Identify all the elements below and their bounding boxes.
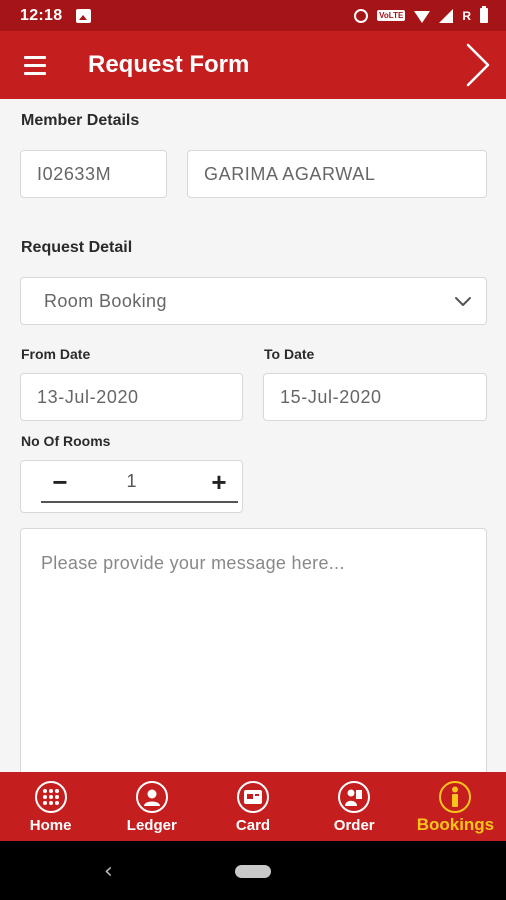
chevron-right-icon[interactable] [462, 41, 492, 89]
message-textarea[interactable]: Please provide your message here... [20, 528, 487, 788]
to-date-field[interactable]: 15-Jul-2020 [263, 373, 487, 421]
member-id-field[interactable]: I02633M [20, 150, 167, 198]
nav-item-card[interactable]: Card [202, 772, 303, 841]
order-icon [338, 781, 371, 813]
volte-icon: VoLTE [377, 10, 406, 21]
nav-label-order: Order [333, 817, 375, 834]
nav-label-home: Home [29, 817, 72, 834]
rooms-label: No Of Rooms [21, 433, 111, 449]
request-detail-label: Request Detail [21, 239, 133, 256]
from-date-label: From Date [21, 346, 91, 362]
message-placeholder: Please provide your message here... [41, 553, 345, 573]
request-type-select[interactable]: Room Booking [20, 277, 487, 325]
hamburger-menu-icon[interactable] [0, 31, 70, 99]
bottom-nav: Home Ledger Card Order Bookings [0, 772, 506, 841]
image-icon [76, 8, 92, 23]
page-title: Request Form [88, 51, 250, 78]
system-nav-bar: ‹ [0, 841, 506, 900]
card-icon [237, 781, 269, 813]
roaming-indicator: R [462, 8, 471, 23]
wifi-icon [414, 10, 431, 23]
rooms-stepper: − 1 + [20, 460, 243, 513]
alarm-icon [354, 8, 369, 23]
nav-item-ledger[interactable]: Ledger [101, 772, 202, 841]
status-icons: VoLTE R [354, 6, 488, 23]
request-type-value: Room Booking [44, 290, 167, 311]
nav-item-order[interactable]: Order [304, 772, 405, 841]
stepper-underline [41, 501, 238, 503]
back-icon[interactable]: ‹ [104, 859, 113, 884]
chevron-down-icon [455, 297, 471, 306]
member-name-field[interactable]: GARIMA AGARWAL [187, 150, 487, 198]
app-bar: Request Form [0, 31, 506, 99]
nav-item-bookings[interactable]: Bookings [405, 772, 506, 841]
status-bar: 12:18 VoLTE R [0, 0, 506, 31]
member-details-label: Member Details [21, 112, 140, 129]
nav-label-bookings: Bookings [416, 815, 495, 834]
from-date-field[interactable]: 13-Jul-2020 [20, 373, 243, 421]
nav-item-home[interactable]: Home [0, 772, 101, 841]
nav-label-card: Card [235, 817, 271, 834]
signal-icon [439, 8, 454, 23]
grid-icon [34, 781, 67, 813]
battery-icon [480, 6, 488, 23]
nav-label-ledger: Ledger [126, 817, 177, 834]
user-icon [135, 781, 168, 813]
increment-button[interactable]: + [204, 467, 234, 497]
info-icon [439, 781, 472, 813]
to-date-label: To Date [264, 346, 315, 362]
status-time: 12:18 [20, 6, 63, 24]
home-pill-icon[interactable] [235, 865, 271, 878]
